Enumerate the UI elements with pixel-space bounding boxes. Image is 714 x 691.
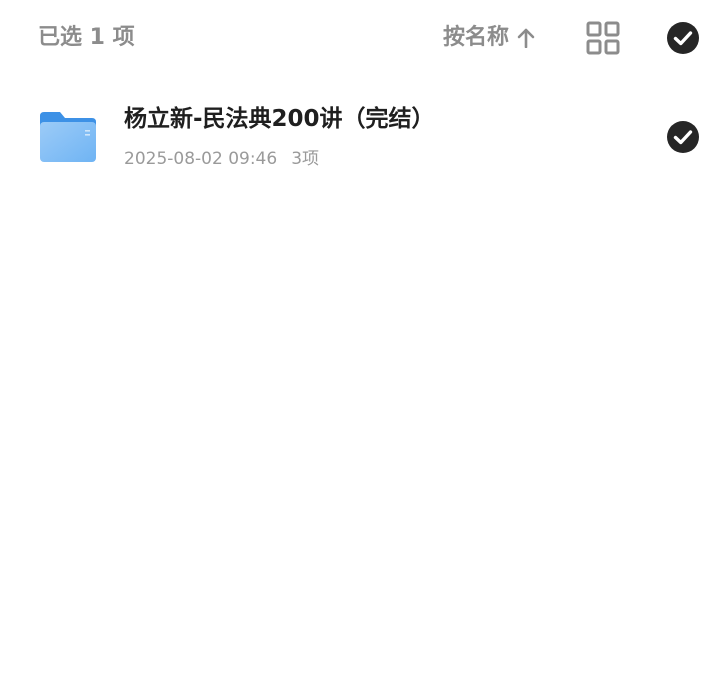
selection-toolbar: 已选 1 项 按名称 [0, 0, 714, 76]
arrow-up-icon [517, 28, 535, 48]
folder-icon [40, 112, 96, 162]
item-count: 3项 [291, 149, 320, 169]
selected-count-label: 已选 1 项 [38, 25, 135, 50]
item-date: 2025-08-02 09:46 [124, 149, 278, 169]
item-title: 杨立新-民法典200讲（完结） [124, 106, 435, 132]
sort-by-name-button[interactable]: 按名称 [443, 22, 535, 54]
grid-view-icon[interactable] [586, 21, 620, 55]
check-circle-icon[interactable] [666, 120, 700, 154]
list-item[interactable]: 杨立新-民法典200讲（完结） 2025-08-02 09:46 3项 [0, 90, 714, 186]
sort-label: 按名称 [443, 25, 510, 50]
file-picker-page: 已选 1 项 按名称 杨立新-民法典200讲（完结） 2025-08-02 09… [0, 0, 714, 691]
item-meta: 2025-08-02 09:46 3项 [124, 146, 319, 172]
select-all-check-icon[interactable] [666, 21, 700, 55]
file-list: 杨立新-民法典200讲（完结） 2025-08-02 09:46 3项 [0, 90, 714, 186]
